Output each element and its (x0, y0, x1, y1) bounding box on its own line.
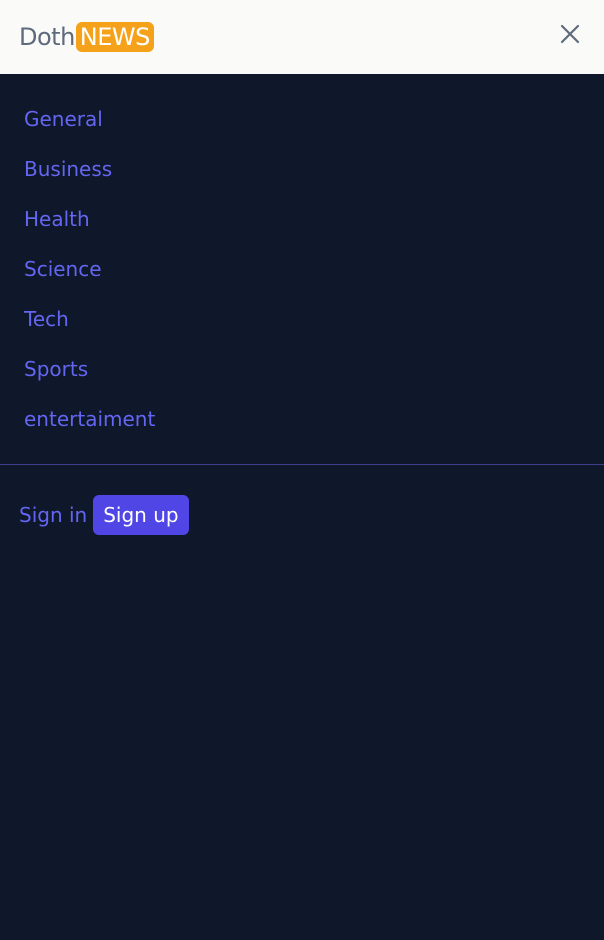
divider (0, 464, 604, 465)
logo-badge: NEWS (75, 22, 154, 52)
auth-actions: Sign in Sign up (19, 495, 189, 535)
mobile-menu-page: Doth NEWS General Business Health Scienc… (0, 0, 604, 940)
nav-item-science[interactable]: Science (0, 246, 604, 296)
nav-item-health[interactable]: Health (0, 196, 604, 246)
nav-item-general[interactable]: General (0, 96, 604, 146)
sign-in-link[interactable]: Sign in (19, 495, 87, 535)
nav-item-business[interactable]: Business (0, 146, 604, 196)
nav-item-sports[interactable]: Sports (0, 346, 604, 396)
close-button[interactable] (556, 20, 584, 48)
nav-item-tech[interactable]: Tech (0, 296, 604, 346)
header: Doth NEWS (0, 0, 604, 74)
nav-item-entertainment[interactable]: entertaiment (0, 396, 604, 446)
sign-up-button[interactable]: Sign up (93, 495, 189, 535)
logo[interactable]: Doth NEWS (19, 20, 154, 54)
category-nav: General Business Health Science Tech Spo… (0, 96, 604, 446)
close-icon (560, 24, 580, 44)
logo-text: Doth (19, 23, 75, 51)
